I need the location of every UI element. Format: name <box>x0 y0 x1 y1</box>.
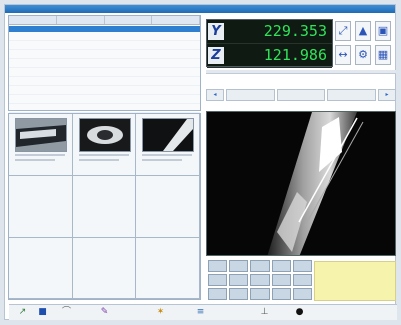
control-button[interactable] <box>292 288 312 300</box>
position-readout: Y 229.353 Z 121.986 <box>206 19 333 68</box>
column-header[interactable] <box>9 16 57 24</box>
result-rows <box>9 32 200 113</box>
pointer-icon[interactable]: ↗ <box>17 307 28 318</box>
pointer-icon[interactable]: ↔ <box>335 45 351 65</box>
note-panel[interactable] <box>314 261 396 301</box>
thumbnail-caption <box>78 159 119 161</box>
measure-icon[interactable]: ⌒ <box>61 307 72 318</box>
control-button[interactable] <box>208 274 228 286</box>
column-header[interactable] <box>152 16 200 24</box>
control-button[interactable] <box>250 288 270 300</box>
live-image <box>207 112 395 255</box>
table-row[interactable] <box>9 68 200 77</box>
control-button[interactable] <box>229 274 249 286</box>
thumbnail-image[interactable] <box>15 118 67 152</box>
title-bar <box>5 5 395 13</box>
status-strip <box>206 70 396 74</box>
control-button[interactable] <box>229 260 249 272</box>
column-header[interactable] <box>105 16 153 24</box>
gallery-cell[interactable] <box>136 114 200 176</box>
mode-button[interactable] <box>226 89 275 101</box>
table-row[interactable] <box>9 59 200 68</box>
control-button[interactable] <box>250 274 270 286</box>
control-button[interactable] <box>271 288 291 300</box>
camera-view[interactable] <box>206 111 396 256</box>
gallery-cell[interactable] <box>72 114 137 176</box>
results-list-header <box>9 16 200 25</box>
thumbnail-image[interactable] <box>78 118 131 152</box>
probe-icon[interactable]: ⊥ <box>259 307 270 318</box>
mode-button[interactable]: ▸ <box>378 89 397 101</box>
axis-row-z: Z 121.986 <box>207 44 332 68</box>
gallery-cell[interactable] <box>9 238 73 299</box>
control-button[interactable] <box>229 288 249 300</box>
gallery-cell[interactable] <box>9 114 73 176</box>
image-gallery <box>8 113 201 300</box>
column-header[interactable] <box>57 16 105 24</box>
gallery-cell[interactable] <box>9 176 73 238</box>
control-button[interactable] <box>208 288 228 300</box>
thumbnail-caption <box>15 159 55 161</box>
control-button[interactable] <box>271 274 291 286</box>
mode-button[interactable]: ◂ <box>206 89 224 101</box>
tool-buttons: ⤢ ▲ ▣ ↔ ⚙ ▦ <box>335 19 397 67</box>
control-button[interactable] <box>250 260 270 272</box>
grid-icon[interactable]: ≡ <box>195 307 206 318</box>
gallery-cell[interactable] <box>136 238 200 299</box>
mode-button[interactable] <box>327 89 377 101</box>
table-row[interactable] <box>9 86 200 95</box>
settings-icon[interactable]: ⚙ <box>355 45 371 65</box>
table-row[interactable] <box>9 95 200 104</box>
thumbnail-caption <box>78 154 129 156</box>
gallery-cell[interactable] <box>136 176 200 238</box>
axis-row-y: Y 229.353 <box>207 20 332 44</box>
stop-icon[interactable]: ● <box>294 307 305 318</box>
mode-bar: ◂ ▸ <box>206 89 397 101</box>
control-pad <box>208 260 312 300</box>
thumbnail-caption <box>142 154 193 156</box>
table-row[interactable] <box>9 77 200 86</box>
gallery-cell[interactable] <box>72 176 137 238</box>
axis-label[interactable]: Y <box>208 23 224 40</box>
table-row[interactable] <box>9 50 200 59</box>
thumbnail-image[interactable] <box>142 118 195 152</box>
axis-value: 229.353 <box>263 22 327 40</box>
tool-icon[interactable]: ✎ <box>99 307 110 318</box>
table-row[interactable] <box>9 104 200 113</box>
gallery-cell[interactable] <box>72 238 137 299</box>
probe-icon[interactable]: ▲ <box>355 21 371 41</box>
grid-icon[interactable]: ▦ <box>375 45 391 65</box>
zoom-icon[interactable]: ⤢ <box>335 21 351 41</box>
control-button[interactable] <box>292 274 312 286</box>
app-window: Y 229.353 Z 121.986 ⤢ ▲ ▣ ↔ ⚙ ▦ ◂ ▸ ↗ ■ … <box>4 4 397 320</box>
control-button[interactable] <box>292 260 312 272</box>
control-button[interactable] <box>271 260 291 272</box>
camera-icon[interactable]: ▣ <box>375 21 391 41</box>
thumbnail-caption <box>15 154 65 156</box>
table-row[interactable] <box>9 41 200 50</box>
thumbnail-caption <box>142 159 183 161</box>
mode-button[interactable] <box>276 89 326 101</box>
light-icon[interactable]: ✶ <box>155 307 166 318</box>
axis-value: 121.986 <box>263 46 327 64</box>
table-row[interactable] <box>9 32 200 41</box>
control-button[interactable] <box>208 260 228 272</box>
results-list <box>8 15 201 113</box>
axis-label[interactable]: Z <box>208 47 224 64</box>
bottom-toolbar: ↗ ■ ⌒ ✎ ✶ ≡ ⊥ ● <box>9 304 397 320</box>
camera-icon[interactable]: ■ <box>37 307 48 318</box>
